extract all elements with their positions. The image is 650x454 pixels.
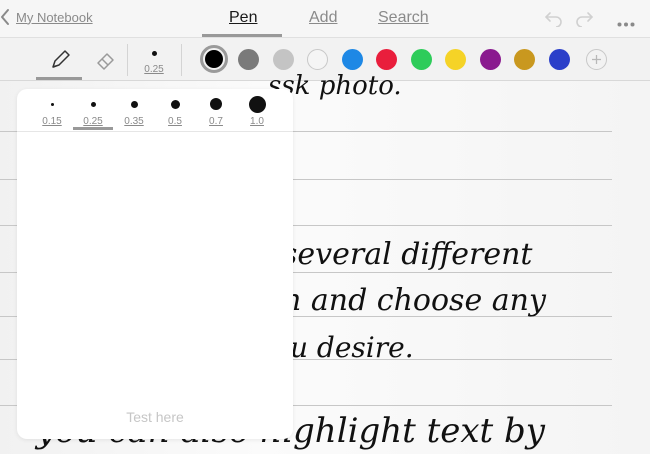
color-swatch[interactable]: [200, 45, 228, 73]
color-swatch[interactable]: [548, 49, 570, 70]
top-nav-bar: My Notebook Pen Add Search: [0, 0, 650, 37]
size-dot: [248, 95, 266, 113]
pen-size-option[interactable]: 0.7: [196, 89, 236, 131]
tab-pen[interactable]: Pen: [229, 9, 257, 27]
pen-size-option[interactable]: 0.35: [114, 89, 154, 131]
back-label: My Notebook: [16, 9, 93, 25]
pen-size-option[interactable]: 0.25: [73, 89, 113, 131]
tab-search[interactable]: Search: [378, 9, 429, 27]
size-dot: [50, 102, 54, 106]
color-swatch[interactable]: [307, 49, 328, 70]
pen-size-label: 0.25: [144, 64, 164, 75]
eraser-icon: [97, 52, 114, 70]
color-swatch[interactable]: [445, 49, 466, 70]
plus-icon: [592, 55, 601, 64]
pen-size-option[interactable]: 1.0: [237, 89, 277, 131]
size-dot: [170, 99, 180, 109]
pen-tool-button[interactable]: [44, 38, 76, 81]
handwritten-line: u desire.: [290, 331, 414, 364]
test-writing-area[interactable]: Test here: [17, 409, 293, 425]
size-preview-dot: [152, 51, 157, 56]
pen-icon: [52, 49, 70, 68]
size-option-label: 0.5: [168, 116, 182, 127]
color-swatch[interactable]: [410, 49, 432, 70]
handwritten-line: n and choose any: [282, 283, 546, 318]
redo-icon[interactable]: [574, 9, 594, 32]
pen-size-option[interactable]: 0.15: [32, 89, 72, 131]
size-dot: [130, 100, 138, 108]
size-option-label: 0.25: [83, 116, 103, 127]
undo-icon[interactable]: [544, 9, 564, 32]
color-swatch[interactable]: [341, 49, 363, 70]
color-swatch[interactable]: [376, 49, 397, 70]
size-option-label: 0.15: [42, 116, 62, 127]
selected-tool-indicator: [36, 77, 82, 80]
tab-add[interactable]: Add: [309, 9, 337, 27]
toolbar-divider: [181, 44, 182, 76]
pen-size-button[interactable]: 0.25: [134, 44, 174, 78]
eraser-tool-button[interactable]: [90, 38, 122, 81]
popover-divider: [17, 131, 293, 132]
pen-size-popover: 0.15 0.25 0.35 0.5 0.7 1.0 Test here: [17, 89, 293, 439]
color-swatch[interactable]: [272, 49, 294, 70]
size-option-label: 0.7: [209, 116, 223, 127]
color-swatch[interactable]: [479, 49, 501, 70]
size-dot: [90, 101, 96, 107]
toolbar-divider: [127, 44, 128, 76]
color-swatch[interactable]: [238, 49, 259, 70]
chevron-left-icon: [1, 9, 9, 25]
size-option-label: 1.0: [250, 116, 264, 127]
size-dot: [210, 98, 222, 110]
pen-size-option[interactable]: 0.5: [155, 89, 195, 131]
selected-size-indicator: [73, 127, 113, 130]
size-option-label: 0.35: [124, 116, 144, 127]
more-icon[interactable]: [617, 14, 635, 32]
color-swatch[interactable]: [514, 49, 535, 70]
back-button[interactable]: My Notebook: [0, 8, 93, 26]
add-color-button[interactable]: [586, 49, 607, 70]
handwritten-line: several different: [282, 237, 533, 272]
